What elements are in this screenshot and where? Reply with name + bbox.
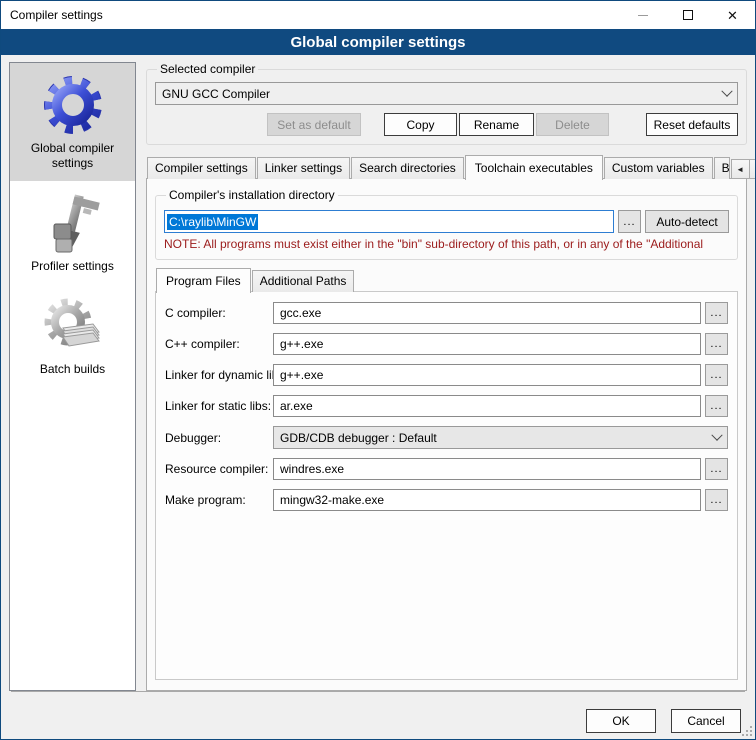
resize-grip[interactable] [741, 725, 753, 737]
c-compiler-row: C compiler: ... [165, 302, 728, 324]
tab-linker-settings[interactable]: Linker settings [257, 157, 350, 179]
installation-directory-browse-button[interactable]: ... [618, 210, 641, 233]
installation-directory-group: Compiler's installation directory C:\ray… [155, 188, 738, 260]
gray-gear-stack-icon [41, 294, 105, 358]
toolchain-executables-panel: Compiler's installation directory C:\ray… [146, 178, 747, 691]
programs-tab-bar: Program Files Additional Paths [155, 268, 738, 292]
tab-scroll-right-button[interactable]: ► [750, 159, 756, 179]
make-program-label: Make program: [165, 493, 273, 507]
tab-additional-paths[interactable]: Additional Paths [252, 270, 355, 292]
compiler-settings-dialog: Compiler settings ✕ Global compiler sett… [0, 0, 756, 740]
debugger-label: Debugger: [165, 431, 273, 445]
dialog-footer: OK Cancel [1, 691, 755, 739]
title-bar: Compiler settings ✕ [1, 1, 755, 29]
selected-compiler-group: Selected compiler GNU GCC Compiler Set a… [146, 62, 747, 145]
window-title: Compiler settings [1, 8, 103, 22]
static-linker-input[interactable] [273, 395, 701, 417]
blue-gear-icon [41, 73, 105, 137]
tab-search-directories[interactable]: Search directories [351, 157, 464, 179]
program-files-panel: C compiler: ... C++ compiler: ... Linker… [155, 291, 738, 680]
cpp-compiler-input[interactable] [273, 333, 701, 355]
make-program-input[interactable] [273, 489, 701, 511]
debugger-select-value: GDB/CDB debugger : Default [280, 431, 713, 445]
selected-compiler-label: Selected compiler [157, 62, 258, 76]
tab-program-files[interactable]: Program Files [156, 268, 251, 293]
installation-directory-label: Compiler's installation directory [166, 188, 338, 202]
chevron-down-icon [711, 429, 722, 440]
debugger-select[interactable]: GDB/CDB debugger : Default [273, 426, 728, 449]
resource-compiler-row: Resource compiler: ... [165, 458, 728, 480]
sidebar-item-label: Global compiler settings [12, 141, 133, 171]
maximize-button[interactable] [665, 1, 710, 29]
settings-tab-bar: Compiler settings Linker settings Search… [146, 155, 747, 179]
set-as-default-button[interactable]: Set as default [267, 113, 361, 136]
auto-detect-button[interactable]: Auto-detect [645, 210, 729, 233]
installation-directory-input[interactable]: C:\raylib\MinGW [164, 210, 614, 233]
rename-button[interactable]: Rename [459, 113, 534, 136]
reset-defaults-button[interactable]: Reset defaults [646, 113, 738, 136]
minimize-button[interactable] [620, 1, 665, 29]
resource-compiler-browse-button[interactable]: ... [705, 458, 728, 480]
chevron-down-icon [721, 85, 732, 96]
tab-build-options-clipped[interactable]: Build [714, 157, 730, 179]
make-program-browse-button[interactable]: ... [705, 489, 728, 511]
tab-toolchain-executables[interactable]: Toolchain executables [465, 155, 603, 180]
cancel-button[interactable]: Cancel [671, 709, 741, 733]
dynamic-linker-row: Linker for dynamic libs: ... [165, 364, 728, 386]
sidebar-item-profiler-settings[interactable]: Profiler settings [10, 181, 135, 284]
static-linker-browse-button[interactable]: ... [705, 395, 728, 417]
resource-compiler-label: Resource compiler: [165, 462, 273, 476]
installation-directory-value: C:\raylib\MinGW [167, 214, 258, 230]
arrow-left-icon: ◄ [736, 165, 744, 174]
tab-compiler-settings[interactable]: Compiler settings [147, 157, 256, 179]
resource-compiler-input[interactable] [273, 458, 701, 480]
sidebar-item-global-compiler-settings[interactable]: Global compiler settings [10, 63, 135, 181]
copy-button[interactable]: Copy [384, 113, 457, 136]
dialog-banner: Global compiler settings [1, 29, 755, 55]
c-compiler-input[interactable] [273, 302, 701, 324]
sidebar-item-label: Batch builds [12, 362, 133, 377]
tab-scroll-left-button[interactable]: ◄ [731, 159, 750, 179]
static-linker-label: Linker for static libs: [165, 399, 273, 413]
compiler-select[interactable]: GNU GCC Compiler [155, 82, 738, 105]
tab-custom-variables[interactable]: Custom variables [604, 157, 713, 179]
debugger-row: Debugger: GDB/CDB debugger : Default [165, 426, 728, 449]
installation-note: NOTE: All programs must exist either in … [164, 237, 729, 251]
dynamic-linker-browse-button[interactable]: ... [705, 364, 728, 386]
banner-title: Global compiler settings [290, 34, 465, 51]
maximize-icon [683, 10, 693, 20]
settings-category-list: Global compiler settings [9, 62, 136, 691]
close-button[interactable]: ✕ [710, 1, 755, 29]
compiler-select-value: GNU GCC Compiler [162, 87, 723, 101]
close-icon: ✕ [727, 9, 738, 22]
dynamic-linker-label: Linker for dynamic libs: [165, 368, 273, 382]
sidebar-item-label: Profiler settings [12, 259, 133, 274]
ok-button[interactable]: OK [586, 709, 656, 733]
caliper-icon [41, 191, 105, 255]
c-compiler-label: C compiler: [165, 306, 273, 320]
c-compiler-browse-button[interactable]: ... [705, 302, 728, 324]
minimize-icon [638, 15, 648, 16]
cpp-compiler-row: C++ compiler: ... [165, 333, 728, 355]
static-linker-row: Linker for static libs: ... [165, 395, 728, 417]
cpp-compiler-label: C++ compiler: [165, 337, 273, 351]
sidebar-item-batch-builds[interactable]: Batch builds [10, 284, 135, 387]
dynamic-linker-input[interactable] [273, 364, 701, 386]
delete-button[interactable]: Delete [536, 113, 609, 136]
window-controls: ✕ [620, 1, 755, 29]
make-program-row: Make program: ... [165, 489, 728, 511]
cpp-compiler-browse-button[interactable]: ... [705, 333, 728, 355]
